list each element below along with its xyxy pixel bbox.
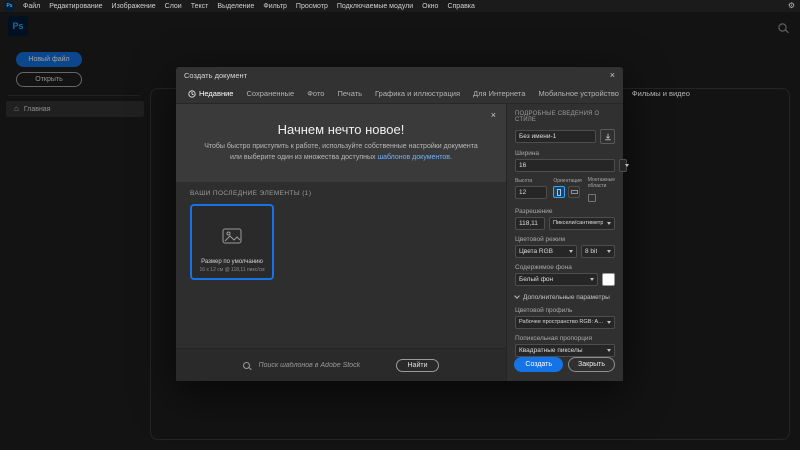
pixel-aspect-select[interactable]: Квадратные пикселы	[515, 344, 615, 357]
menu-window[interactable]: Окно	[422, 3, 438, 10]
recent-card-title: Размер по умолчанию	[201, 259, 263, 265]
resolution-input[interactable]	[515, 217, 545, 230]
chevron-down-icon	[607, 222, 611, 225]
download-icon	[604, 133, 612, 141]
background-color-swatch[interactable]	[602, 273, 615, 286]
save-preset-button[interactable]	[600, 129, 615, 144]
dialog-content: Начнем нечто новое! Чтобы быстро приступ…	[176, 104, 506, 381]
resolution-unit-select[interactable]: Пиксели/сантиметр	[549, 217, 615, 230]
chevron-down-icon	[625, 164, 629, 167]
menu-file[interactable]: Файл	[23, 3, 40, 10]
menu-filter[interactable]: Фильтр	[263, 3, 287, 10]
chevron-down-icon	[514, 293, 520, 299]
color-mode-label: Цветовой режим	[515, 236, 615, 243]
menu-select[interactable]: Выделение	[217, 3, 254, 10]
pixel-aspect-label: Попиксельная пропорция	[515, 335, 615, 342]
hero-close-icon[interactable]: ×	[491, 111, 496, 120]
menu-view[interactable]: Просмотр	[296, 3, 328, 10]
advanced-options-toggle[interactable]: Дополнительные параметры	[515, 294, 615, 301]
find-button[interactable]: Найти	[396, 359, 440, 372]
height-input[interactable]	[515, 186, 547, 199]
chevron-down-icon	[590, 278, 594, 281]
tab-film-video[interactable]: Фильмы и видео	[632, 89, 690, 98]
dialog-title: Создать документ	[184, 71, 247, 80]
chevron-down-icon	[607, 250, 611, 253]
tab-recent[interactable]: Недавние	[188, 89, 233, 98]
preset-details-panel: ПОДРОБНЫЕ СВЕДЕНИЯ О СТИЛЕ Ширина Сантим…	[506, 104, 623, 381]
chevron-down-icon	[607, 349, 611, 352]
create-document-dialog: Создать документ × Недавние Сохраненные …	[176, 67, 623, 381]
preset-details-heading: ПОДРОБНЫЕ СВЕДЕНИЯ О СТИЛЕ	[515, 111, 615, 123]
menu-layers[interactable]: Слои	[165, 3, 182, 10]
color-profile-select[interactable]: Рабочее пространство RGB: Adobe...	[515, 316, 615, 329]
dialog-tabs: Недавние Сохраненные Фото Печать Графика…	[176, 84, 623, 104]
menu-image[interactable]: Изображение	[112, 3, 156, 10]
units-select[interactable]: Сантиметры	[619, 159, 627, 172]
recent-items-section: ВАШИ ПОСЛЕДНИЕ ЭЛЕМЕНТЫ (1) Размер по ум…	[176, 182, 506, 348]
tab-web[interactable]: Для Интернета	[473, 89, 525, 98]
hero-title: Начнем нечто новое!	[278, 122, 405, 137]
color-mode-select[interactable]: Цвета RGB	[515, 245, 577, 258]
artboards-label: Монтажные области	[588, 178, 615, 190]
resolution-label: Разрешение	[515, 208, 615, 215]
tab-print[interactable]: Печать	[337, 89, 362, 98]
menubar: Ps Файл Редактирование Изображение Слои …	[0, 0, 800, 12]
recent-item-card[interactable]: Размер по умолчанию 16 x 12 см @ 118,11 …	[190, 204, 274, 280]
bit-depth-select[interactable]: 8 bit	[581, 245, 615, 258]
template-search-bar: Найти	[176, 348, 506, 381]
menu-plugins[interactable]: Подключаемые модули	[337, 3, 413, 10]
template-search-input[interactable]	[257, 361, 389, 370]
recent-items-heading: ВАШИ ПОСЛЕДНИЕ ЭЛЕМЕНТЫ (1)	[190, 190, 492, 197]
photoshop-app-icon: Ps	[5, 2, 14, 11]
image-placeholder-icon	[222, 212, 242, 259]
close-button[interactable]: Закрыть	[568, 357, 615, 372]
menu-help[interactable]: Справка	[447, 3, 474, 10]
color-profile-label: Цветовой профиль	[515, 307, 615, 314]
artboards-checkbox[interactable]	[588, 194, 596, 202]
tab-mobile[interactable]: Мобильное устройство	[538, 89, 618, 98]
background-contents-label: Содержимое фона	[515, 264, 615, 271]
chevron-down-icon	[607, 321, 611, 324]
document-name-input[interactable]	[515, 130, 596, 143]
recent-card-subtitle: 16 x 12 см @ 118,11 пикс/см	[199, 267, 264, 273]
background-contents-select[interactable]: Белый фон	[515, 273, 598, 286]
width-input[interactable]	[515, 159, 615, 172]
orientation-portrait-button[interactable]	[553, 186, 565, 198]
orientation-landscape-button[interactable]	[568, 186, 580, 198]
hero-banner: Начнем нечто новое! Чтобы быстро приступ…	[176, 104, 506, 182]
hero-subtitle: Чтобы быстро приступить к работе, исполь…	[202, 142, 480, 164]
menu-edit[interactable]: Редактирование	[49, 3, 102, 10]
create-button[interactable]: Создать	[514, 357, 563, 372]
tab-photo[interactable]: Фото	[307, 89, 324, 98]
templates-link[interactable]: шаблонов документов	[377, 154, 450, 161]
gear-icon[interactable]: ⚙	[788, 2, 795, 10]
clock-icon	[188, 90, 196, 98]
height-label: Высота	[515, 178, 547, 184]
dialog-close-icon[interactable]: ×	[610, 71, 615, 80]
menu-text[interactable]: Текст	[191, 3, 209, 10]
width-label: Ширина	[515, 150, 615, 157]
dialog-titlebar: Создать документ ×	[176, 67, 623, 84]
tab-art-illustration[interactable]: Графика и иллюстрация	[375, 89, 460, 98]
tab-saved[interactable]: Сохраненные	[246, 89, 294, 98]
search-icon	[243, 362, 250, 369]
chevron-down-icon	[569, 250, 573, 253]
orientation-label: Ориентация	[553, 178, 581, 184]
